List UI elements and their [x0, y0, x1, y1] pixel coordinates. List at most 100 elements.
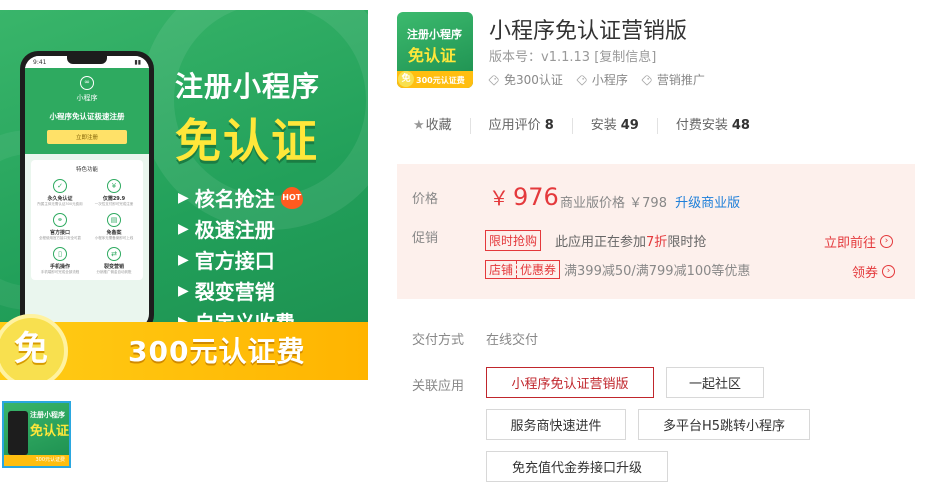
- flash-sale-tag: 限时抢购: [485, 230, 542, 251]
- version-label: 版本号：: [489, 50, 542, 65]
- hero-feature-item: ▶ 极速注册: [178, 213, 303, 244]
- app-icon-badge: 免: [398, 71, 414, 87]
- tag-icon: [576, 73, 588, 86]
- upgrade-business-link[interactable]: 升级商业版: [675, 196, 740, 211]
- price-amount: 976: [513, 183, 559, 211]
- coupon-text: 满399减50/满799减100等优惠: [564, 264, 751, 279]
- install-count: 49: [620, 118, 639, 133]
- go-now-link[interactable]: 立即前往 ›: [824, 232, 894, 251]
- app-icon-line2: 免认证: [408, 46, 457, 65]
- paid-install-count: 48: [731, 118, 750, 133]
- thumbnail-strip: 300元认证费: [4, 455, 69, 466]
- business-price-label: 商业版价格: [560, 196, 626, 211]
- link-icon: ⚭: [53, 213, 67, 227]
- phone-feature: ⇄ 裂变营销 分销推广佣金自动到账: [89, 247, 139, 275]
- coupon-tag-left: 店铺: [489, 263, 514, 277]
- star-icon: ★: [413, 118, 425, 133]
- mobile-icon: ▯: [53, 247, 67, 261]
- business-price-amount: ￥798: [629, 196, 667, 211]
- hero-feature-list: ▶核名抢注HOT ▶极速注册 ▶官方接口 ▶裂变营销 ▶自定义收费: [178, 182, 303, 337]
- promo-label: 促销: [412, 231, 439, 246]
- phone-feature: ✓ 永久免认证 所属主体无需认证300元费用: [35, 179, 85, 207]
- version-line: 版本号：v1.1.13 [复制信息]: [489, 46, 656, 65]
- hot-flame-icon: HOT: [280, 186, 303, 209]
- free-badge: 免: [0, 314, 68, 380]
- arrow-right-icon: ▶: [178, 251, 189, 268]
- tag-icon: [641, 73, 653, 86]
- paid-install-label: 付费安装: [675, 118, 728, 133]
- get-coupon-label: 领券: [852, 266, 879, 281]
- thumbnail-phone: [8, 411, 28, 455]
- hero-banner: 9:41 ▮▮ ∞ 小程序 小程序免认证极速注册 立即注册 特色功能 ✓ 永久免认…: [0, 10, 368, 380]
- gallery-thumbnail[interactable]: 注册小程序 免认证 300元认证费: [2, 401, 71, 468]
- paid-install-stat: 付费安装 48: [656, 118, 768, 134]
- phone-header: ∞ 小程序 小程序免认证极速注册 立即注册: [25, 68, 149, 154]
- rating-label: 应用评价: [488, 118, 541, 133]
- flash-sale-text-pre: 此应用正在参加: [555, 235, 647, 250]
- phone-feature-card: 特色功能 ✓ 永久免认证 所属主体无需认证300元费用 ¥ 仅需29.9 一次性支付即可…: [31, 160, 143, 280]
- chevron-right-circle-icon: ›: [882, 265, 896, 278]
- arrow-right-icon: ▶: [178, 189, 189, 206]
- app-icon-line1: 注册小程序: [407, 28, 462, 41]
- app-title: 小程序免认证营销版: [489, 19, 688, 44]
- hero-feature-label: 官方接口: [194, 249, 275, 273]
- share-icon: ⇄: [107, 247, 121, 261]
- phone-feature-desc: 手机端即可完成全部流程: [40, 270, 80, 274]
- app-icon-amount: 300元认证费: [416, 76, 465, 85]
- flash-sale-row: 限时抢购 此应用正在参加 7折 限时抢: [485, 230, 706, 251]
- favorite-button[interactable]: ★收藏: [413, 118, 470, 134]
- battery-icon: ▮▮: [134, 58, 141, 66]
- price-value: ￥ 976: [489, 182, 559, 211]
- hero-feature-label: 极速注册: [194, 218, 275, 242]
- phone-feature: ▤ 免备案 小程序无需备案即可上线: [89, 213, 139, 241]
- get-coupon-link[interactable]: 领券 ›: [852, 262, 896, 281]
- chevron-right-circle-icon: ›: [880, 235, 894, 248]
- phone-mockup: 9:41 ▮▮ ∞ 小程序 小程序免认证极速注册 立即注册 特色功能 ✓ 永久免认…: [20, 51, 154, 333]
- arrow-right-icon: ▶: [178, 220, 189, 237]
- phone-feature-desc: 一次性支付即可完成注册: [94, 202, 134, 206]
- tag-item[interactable]: 营销推广: [641, 71, 705, 88]
- favorite-label: 收藏: [425, 118, 452, 133]
- tag-item[interactable]: 小程序: [576, 71, 628, 88]
- related-app-button[interactable]: 一起社区: [666, 367, 764, 398]
- related-app-button[interactable]: 多平台H5跳转小程序: [638, 409, 810, 440]
- hero-feature-label: 裂变营销: [194, 280, 275, 304]
- phone-feature-name: 仅需29.9: [102, 196, 126, 202]
- install-label: 安装: [590, 118, 617, 133]
- go-now-label: 立即前往: [824, 236, 877, 251]
- phone-time: 9:41: [33, 58, 47, 66]
- phone-feature-name: 手机操作: [49, 264, 70, 270]
- version-number: v1.1.13: [541, 50, 591, 65]
- coupon-tag-right: 优惠券: [516, 261, 559, 278]
- tag-list: 免300认证 小程序 营销推广: [488, 71, 705, 88]
- copy-info-link[interactable]: [复制信息]: [594, 50, 656, 65]
- tag-item[interactable]: 免300认证: [488, 71, 563, 88]
- hero-promo-amount: 300元认证费: [128, 335, 306, 368]
- coin-icon: ¥: [107, 179, 121, 193]
- related-apps-label: 关联应用: [412, 379, 465, 394]
- install-stat: 安装 49: [571, 118, 657, 134]
- hero-feature-item: ▶ 核名抢注 HOT: [178, 182, 303, 213]
- app-icon: 注册小程序 免认证 免 300元认证费: [397, 12, 473, 88]
- stats-bar: ★收藏 应用评价 8 安装 49 付费安装 48: [413, 118, 768, 134]
- phone-notch: [67, 56, 107, 64]
- thumbnail-line2: 免认证: [30, 424, 70, 439]
- phone-feature-desc: 分销推广佣金自动到账: [96, 270, 132, 274]
- rating-stat[interactable]: 应用评价 8: [469, 118, 572, 134]
- delivery-value: 在线交付: [486, 333, 539, 348]
- related-app-button[interactable]: 小程序免认证营销版: [486, 367, 654, 398]
- hero-promo-strip: 免 300元认证费: [0, 314, 368, 380]
- tag-label: 免300认证: [504, 73, 563, 87]
- miniprogram-logo-icon: ∞: [80, 76, 94, 90]
- phone-feature-grid: ✓ 永久免认证 所属主体无需认证300元费用 ¥ 仅需29.9 一次性支付即可完成注册 …: [35, 179, 139, 275]
- rating-count: 8: [544, 118, 554, 133]
- related-app-button[interactable]: 服务商快速进件: [486, 409, 626, 440]
- phone-section-title: 特色功能: [75, 167, 98, 173]
- phone-feature-desc: 小程序无需备案即可上线: [94, 236, 134, 240]
- phone-feature-name: 免备案: [106, 230, 122, 236]
- phone-app-name: 小程序: [76, 94, 98, 102]
- phone-title: 小程序免认证极速注册: [49, 112, 125, 121]
- phone-feature-name: 裂变营销: [103, 264, 124, 270]
- related-app-button[interactable]: 免充值代金券接口升级: [486, 451, 668, 482]
- business-price: 商业版价格 ￥798 升级商业版: [560, 192, 740, 211]
